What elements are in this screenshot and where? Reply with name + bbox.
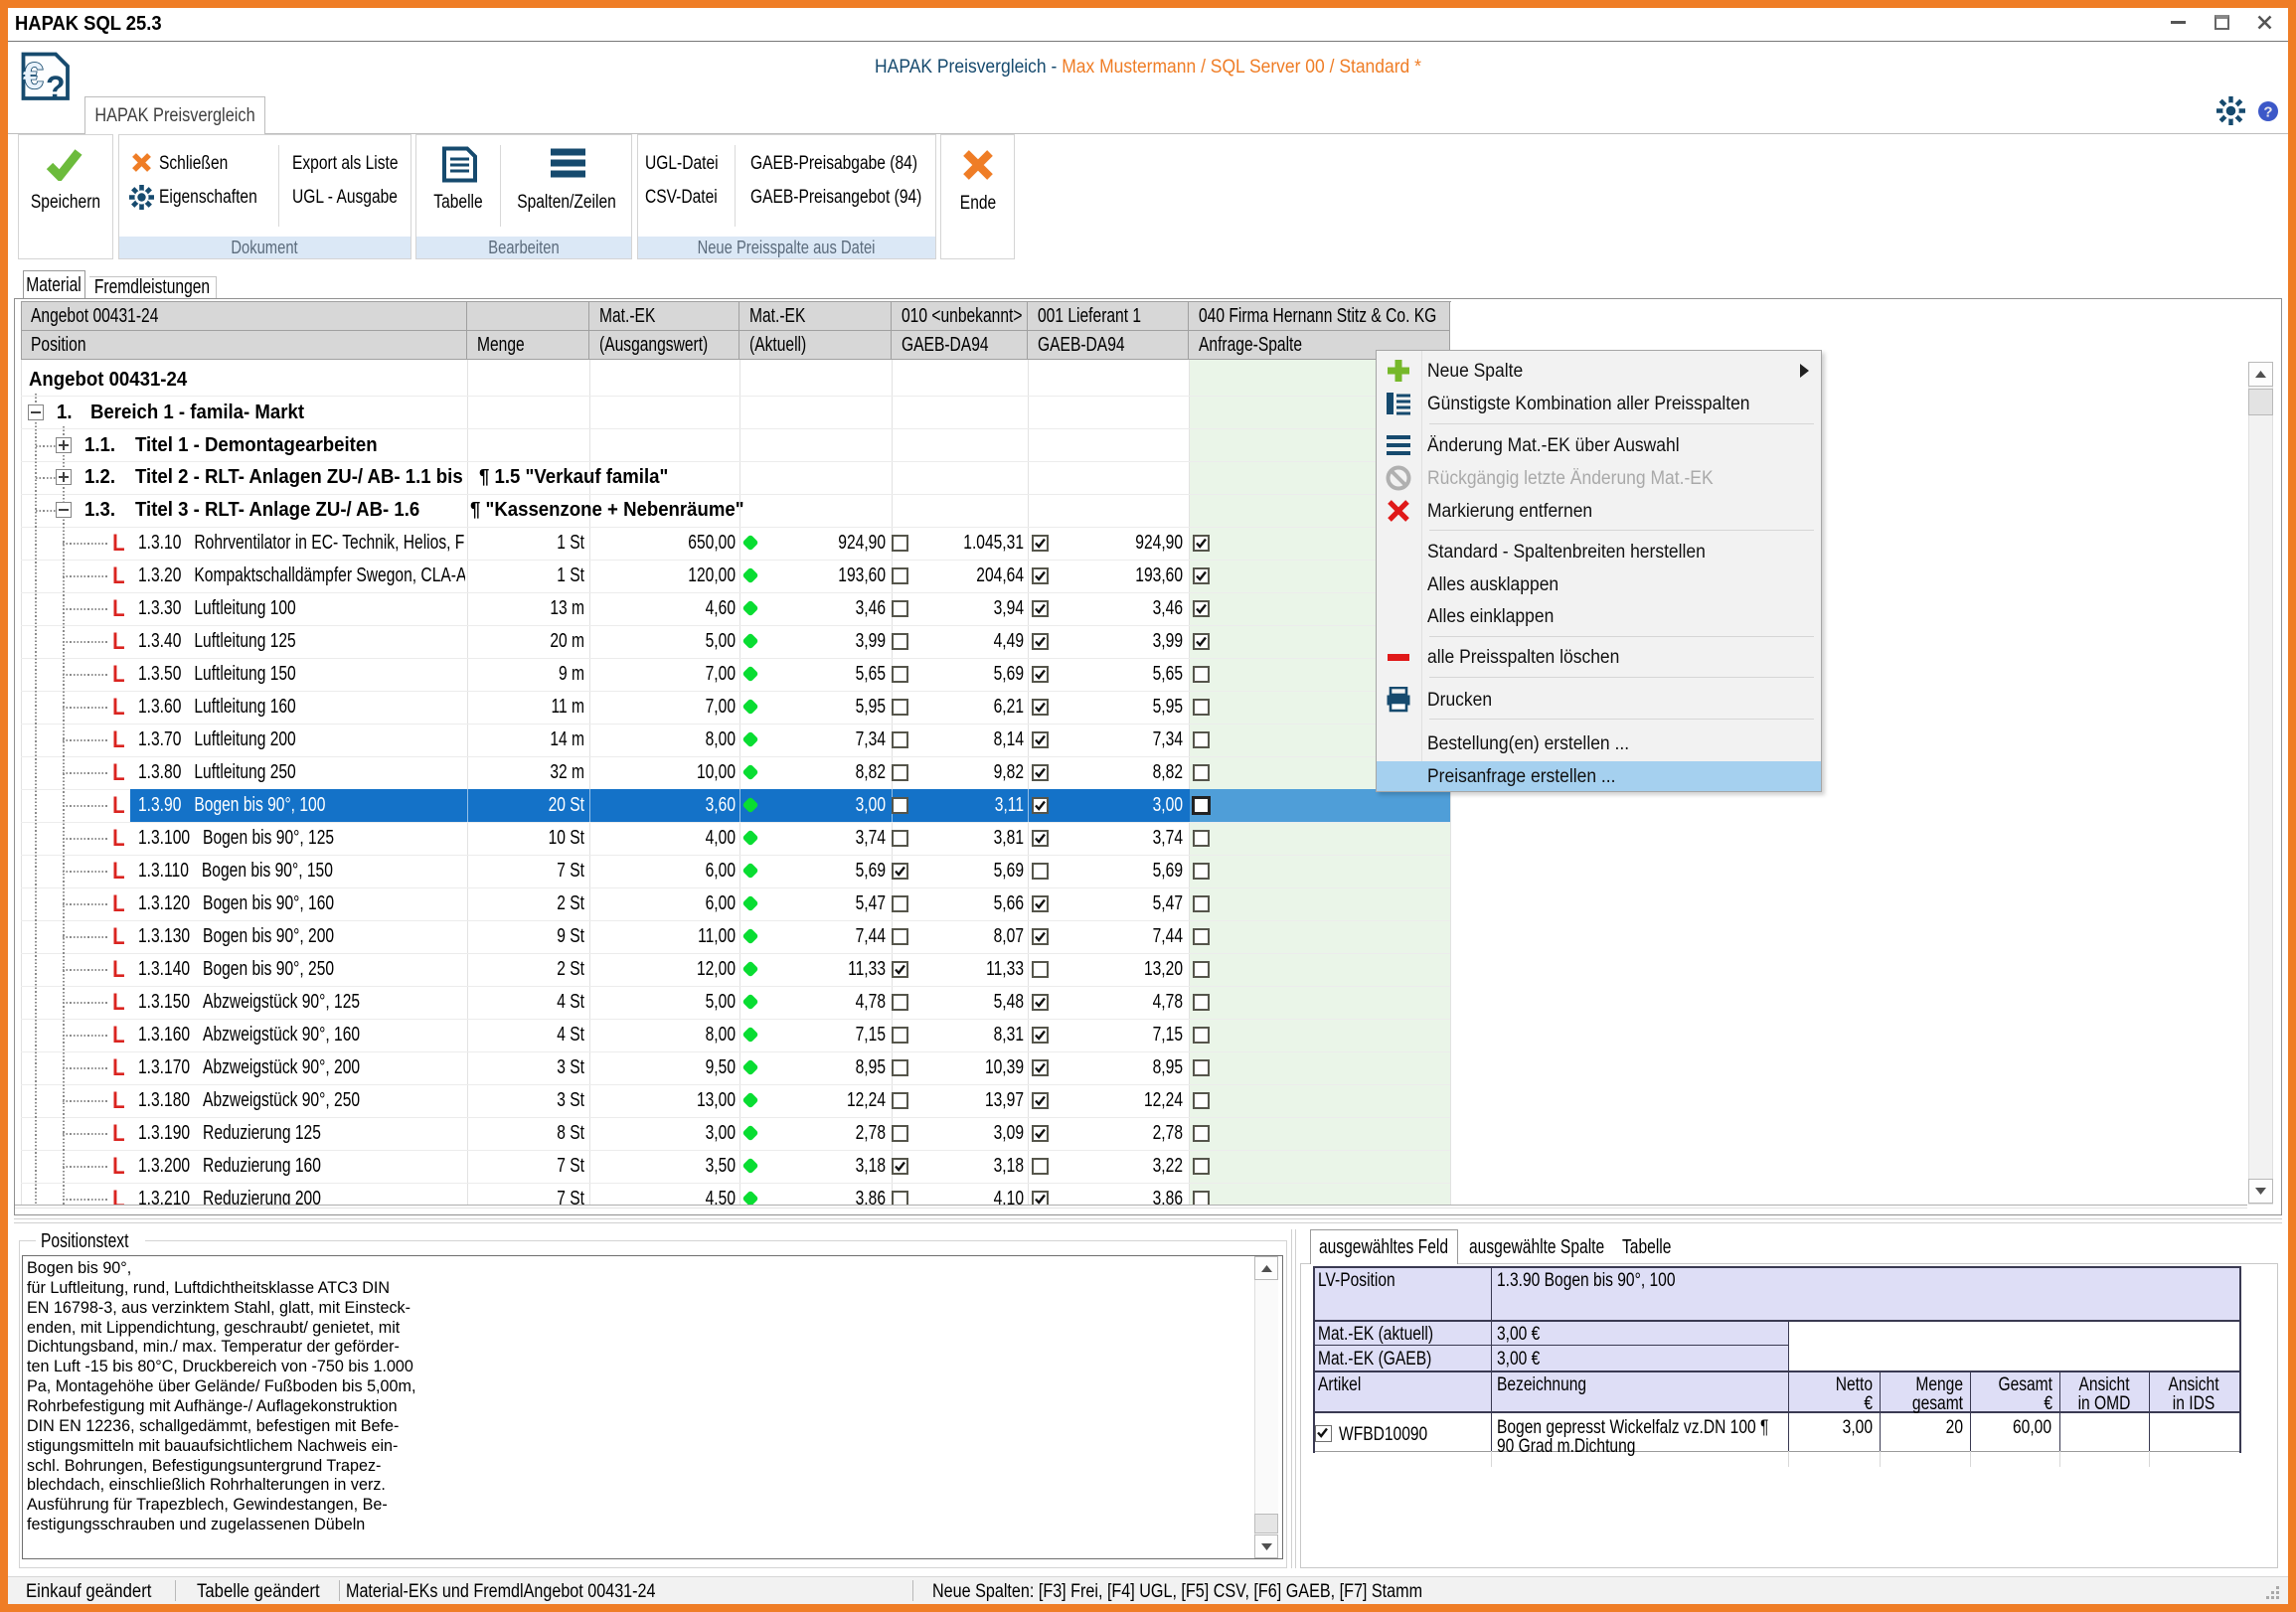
svg-text:?: ? (2263, 104, 2272, 121)
svg-text:?: ? (46, 70, 66, 101)
svg-text:€: € (23, 56, 44, 96)
